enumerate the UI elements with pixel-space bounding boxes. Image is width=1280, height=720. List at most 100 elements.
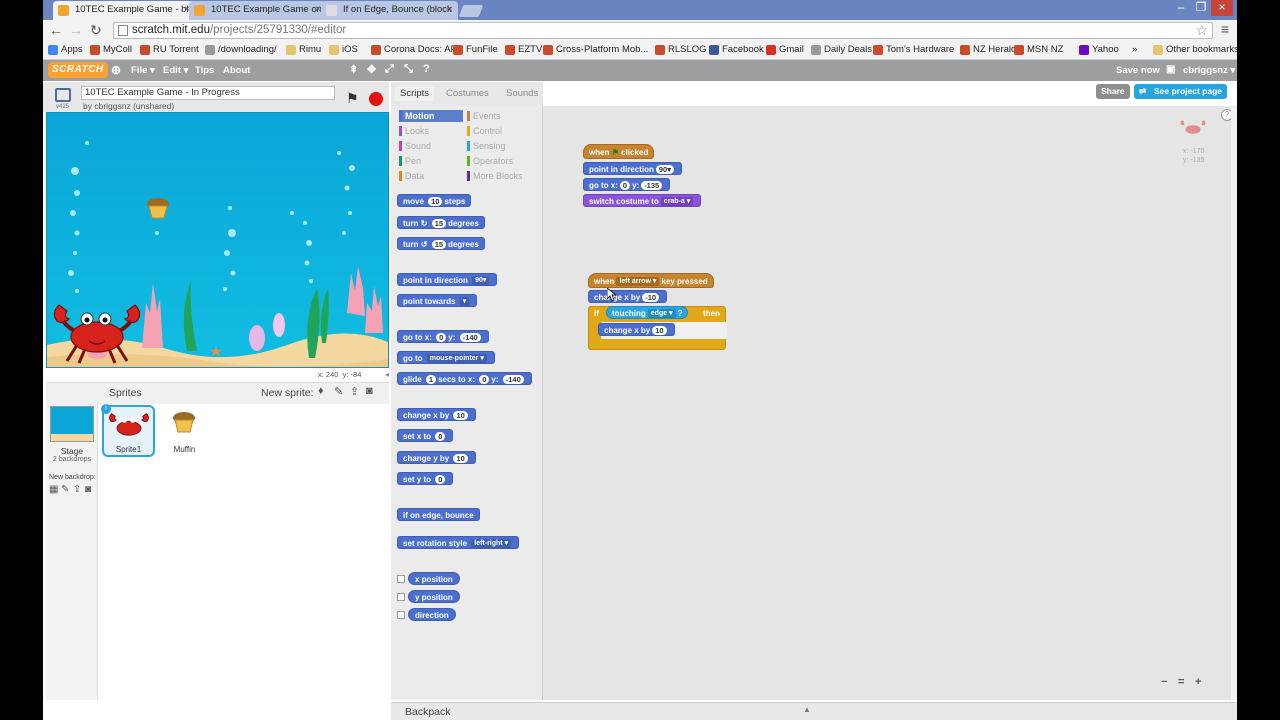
block-number-input[interactable]: 15 bbox=[431, 240, 447, 250]
new-tab-button[interactable] bbox=[458, 5, 484, 17]
palette-block-change-y[interactable]: change y by 10 bbox=[397, 451, 476, 464]
backdrop-upload-icon[interactable]: ⇪ bbox=[73, 484, 81, 495]
sprite-tile-muffin[interactable]: Muffin bbox=[158, 405, 211, 457]
bookmark-star-icon[interactable]: ☆ bbox=[1195, 22, 1208, 39]
tab-wiki[interactable]: If on Edge, Bounce (block × bbox=[321, 1, 458, 20]
project-title-input[interactable]: 10TEC Example Game - In Progress bbox=[81, 86, 335, 100]
edit-menu[interactable]: Edit ▾ bbox=[163, 65, 188, 76]
category-motion[interactable]: Motion bbox=[399, 110, 463, 122]
palette-block-goto-xy[interactable]: go to x: 0 y: -140 bbox=[397, 330, 489, 343]
bookmark-item[interactable]: Yahoo bbox=[1079, 43, 1119, 56]
scripts-area[interactable]: when ⚑ clicked point in direction 90▾ go … bbox=[543, 106, 1233, 700]
zoom-in-icon[interactable]: + bbox=[1195, 676, 1201, 688]
page-scrollbar[interactable] bbox=[1231, 106, 1237, 700]
camera-icon[interactable]: ◙ bbox=[366, 385, 373, 397]
backdrop-library-icon[interactable]: ▦ bbox=[49, 484, 58, 495]
bookmark-item[interactable]: iOS bbox=[329, 43, 358, 56]
cut-icon[interactable]: ✥ bbox=[367, 63, 376, 76]
file-menu[interactable]: File ▾ bbox=[131, 65, 155, 76]
paintbrush-icon[interactable]: ✎ bbox=[334, 385, 343, 398]
block-touching[interactable]: touching edge ▾? bbox=[606, 306, 689, 319]
tab-editor[interactable]: 10TEC Example Game - bl × bbox=[53, 1, 195, 20]
block-dropdown[interactable]: mouse-pointer ▾ bbox=[426, 354, 487, 364]
tab-costumes[interactable]: Costumes bbox=[446, 88, 489, 99]
stop-icon[interactable] bbox=[369, 92, 383, 106]
duplicate-icon[interactable]: ⇞ bbox=[349, 63, 358, 76]
block-go-to-xy[interactable]: go to x: 0 y: -135 bbox=[583, 178, 671, 191]
zoom-out-icon[interactable]: − bbox=[1161, 676, 1167, 688]
crab-sprite[interactable] bbox=[49, 299, 145, 365]
palette-block-move[interactable]: move 10 steps bbox=[397, 194, 472, 207]
forward-icon[interactable]: → bbox=[69, 22, 83, 38]
chrome-menu-icon[interactable]: ≡ bbox=[1221, 21, 1229, 37]
globe-icon[interactable]: ⊕ bbox=[111, 63, 121, 77]
block-number-input[interactable]: 10 bbox=[453, 411, 468, 421]
reporter-x-position[interactable]: x position bbox=[408, 572, 460, 585]
palette-block-point-dir[interactable]: point in direction 90▾ bbox=[397, 273, 498, 286]
tips-menu[interactable]: Tips bbox=[195, 65, 214, 76]
expand-up-icon[interactable]: ▲ bbox=[803, 705, 811, 714]
block-change-x[interactable]: change x by -10 bbox=[588, 290, 668, 303]
category-sensing[interactable]: Sensing bbox=[467, 140, 506, 152]
block-number-input[interactable]: 1 bbox=[425, 375, 437, 385]
palette-block-bounce[interactable]: if on edge, bounce bbox=[397, 508, 480, 521]
bookmark-item[interactable]: MSN NZ bbox=[1014, 43, 1063, 56]
category-operators[interactable]: Operators bbox=[467, 155, 513, 167]
block-number-input[interactable]: 10 bbox=[428, 197, 443, 207]
block-number-input[interactable]: 0 bbox=[479, 375, 490, 385]
minimize-icon[interactable]: – bbox=[1173, 0, 1189, 16]
reload-icon[interactable]: ↻ bbox=[90, 22, 102, 38]
reporter-checkbox[interactable] bbox=[397, 611, 405, 619]
bookmark-item[interactable]: /downloading/ bbox=[205, 43, 277, 56]
paint-library-icon[interactable]: ♦ bbox=[318, 385, 324, 397]
palette-block-change-x[interactable]: change x by 10 bbox=[397, 408, 476, 421]
palette-block-goto[interactable]: go to mouse-pointer ▾ bbox=[397, 351, 495, 364]
help-icon[interactable]: ? bbox=[423, 63, 430, 75]
category-data[interactable]: Data bbox=[399, 170, 424, 182]
y-input[interactable]: -135 bbox=[641, 181, 663, 191]
palette-block-point-towards[interactable]: point towards ▾ bbox=[397, 294, 478, 307]
backpack-bar[interactable]: Backpack ▲ bbox=[391, 702, 1237, 720]
palette-block-set-x[interactable]: set x to 0 bbox=[397, 429, 454, 442]
stage[interactable] bbox=[46, 112, 389, 368]
zoom-reset-icon[interactable]: = bbox=[1178, 676, 1184, 688]
green-flag-icon[interactable]: ⚑ bbox=[346, 90, 359, 107]
scratch-logo[interactable]: SCRATCH bbox=[48, 62, 108, 78]
block-number-input[interactable]: 0 bbox=[436, 333, 447, 343]
bookmark-item[interactable]: NZ Herald bbox=[960, 43, 1016, 56]
fullscreen-icon[interactable] bbox=[55, 88, 71, 102]
bookmark-item[interactable]: Tom's Hardware bbox=[873, 43, 954, 56]
folder-icon[interactable]: ▣ bbox=[1166, 64, 1175, 75]
bookmark-item[interactable]: Gmail bbox=[766, 43, 804, 56]
costume-dropdown[interactable]: crab-a ▾ bbox=[660, 197, 694, 207]
block-dropdown[interactable]: 90▾ bbox=[472, 276, 490, 286]
bookmark-item[interactable]: Daily Deals bbox=[811, 43, 872, 56]
muffin-sprite[interactable] bbox=[145, 197, 171, 219]
backdrop-camera-icon[interactable]: ◙ bbox=[85, 484, 91, 495]
block-number-input[interactable]: -140 bbox=[502, 375, 524, 385]
about-menu[interactable]: About bbox=[223, 65, 250, 76]
bookmark-item[interactable]: MyColl bbox=[90, 43, 132, 56]
block-number-input[interactable]: 15 bbox=[431, 219, 447, 229]
bookmark-item[interactable]: Cross-Platform Mob... bbox=[543, 43, 648, 56]
url-input[interactable]: scratch.mit.edu/projects/25791330/#edito… bbox=[113, 22, 1213, 39]
bookmark-item[interactable]: RLSLOG bbox=[655, 43, 707, 56]
category-more-blocks[interactable]: More Blocks bbox=[467, 170, 523, 182]
palette-block-set-y[interactable]: set y to 0 bbox=[397, 472, 454, 485]
back-icon[interactable]: ← bbox=[49, 22, 63, 38]
tab-scripts[interactable]: Scripts bbox=[395, 86, 435, 101]
block-number-input[interactable]: 0 bbox=[435, 475, 446, 485]
shrink-icon[interactable]: ⤡ bbox=[404, 63, 413, 76]
hat-when-key-pressed[interactable]: when left arrow ▾ key pressed bbox=[588, 273, 714, 288]
palette-block-turn-left[interactable]: turn ↺ 15 degrees bbox=[397, 237, 485, 250]
block-number-input[interactable]: 0 bbox=[435, 432, 446, 442]
stage-thumbnail[interactable] bbox=[50, 406, 94, 442]
block-change-x-inner[interactable]: change x by 10 bbox=[598, 323, 675, 336]
block-dropdown[interactable]: ▾ bbox=[459, 297, 470, 307]
restore-icon[interactable]: ❐ bbox=[1193, 0, 1209, 16]
bookmark-item[interactable]: Facebook bbox=[709, 43, 764, 56]
palette-block-rot-style[interactable]: set rotation style left-right ▾ bbox=[397, 536, 520, 549]
share-button[interactable]: Share bbox=[1096, 84, 1130, 99]
sprite-tile-sprite1[interactable]: i Sprite1 bbox=[101, 404, 155, 457]
reporter-y-position[interactable]: y position bbox=[408, 590, 460, 603]
